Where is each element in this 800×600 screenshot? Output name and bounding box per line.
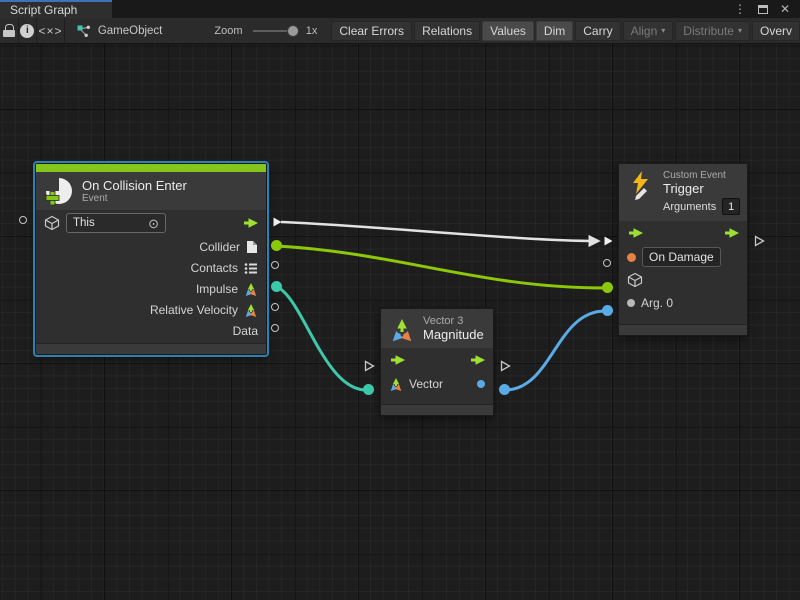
distribute-dropdown[interactable]: Distribute▾ <box>675 21 750 41</box>
gameobject-label: GameObject <box>98 25 163 37</box>
port-magnitude-output[interactable] <box>499 384 510 395</box>
port-label: Arg. 0 <box>641 296 673 310</box>
node-footer <box>36 343 266 354</box>
zoom-label: Zoom <box>214 25 242 37</box>
title-bar: Script Graph ⋮ ✕ <box>0 0 800 18</box>
graph-toolbar: i <×> GameObject Zoom 1x Clear Errors Re… <box>0 18 800 44</box>
info-button[interactable]: i <box>19 18 38 44</box>
node-title: Magnitude <box>423 327 484 342</box>
arguments-label: Arguments <box>663 201 716 213</box>
node-category: Vector 3 <box>423 315 484 327</box>
exec-arrow-icon <box>627 227 643 239</box>
zoom-slider[interactable] <box>253 24 299 38</box>
port-label: Data <box>233 324 258 338</box>
list-icon <box>244 262 258 274</box>
vector3-icon <box>389 377 403 391</box>
object-picker-icon[interactable]: ⊙ <box>148 217 159 230</box>
vector3-icon <box>244 282 258 296</box>
wire-impulse-to-vector[interactable] <box>277 287 366 390</box>
port-data-output[interactable] <box>271 324 279 332</box>
collider-document-icon <box>246 240 258 254</box>
wire-collider-to-target[interactable] <box>277 246 605 288</box>
custom-event-icon <box>627 170 655 200</box>
exec-arrow-icon <box>723 227 739 239</box>
port-this-input[interactable] <box>19 216 27 224</box>
port-label: Collider <box>199 240 240 254</box>
node-on-collision-enter[interactable]: On Collision Enter Event This ⊙ Collider <box>35 163 267 355</box>
port-label: Vector <box>409 377 443 391</box>
node-title: Trigger <box>663 181 740 196</box>
port-exec-output[interactable] <box>271 216 283 228</box>
argument-input-dot <box>627 299 635 307</box>
port-vector-input[interactable] <box>363 384 374 395</box>
info-icon: i <box>20 24 34 38</box>
node-title: On Collision Enter <box>82 178 187 193</box>
exec-arrow-icon <box>469 354 485 366</box>
port-arg0-input[interactable] <box>602 305 613 316</box>
port-target-input[interactable] <box>602 282 613 293</box>
port-exec-input[interactable] <box>363 360 375 372</box>
lock-button[interactable] <box>0 18 19 44</box>
node-footer <box>619 324 747 335</box>
dim-toggle[interactable]: Dim <box>536 21 573 41</box>
toolbar-buttons: Clear Errors Relations Values Dim Carry … <box>331 21 800 41</box>
script-graph-icon <box>77 24 91 38</box>
node-footer <box>381 404 493 415</box>
port-label: Relative Velocity <box>150 303 238 317</box>
node-category: Custom Event <box>663 170 740 181</box>
port-impulse-output[interactable] <box>271 281 282 292</box>
port-exec-output[interactable] <box>499 360 511 372</box>
vector3-icon <box>389 316 415 342</box>
script-graph-window: Script Graph ⋮ ✕ i <×> GameObject <box>0 0 800 600</box>
port-event-name-input[interactable] <box>603 259 611 267</box>
this-object-field[interactable]: This ⊙ <box>66 213 166 233</box>
kebab-menu-icon[interactable]: ⋮ <box>734 3 746 15</box>
string-input-dot <box>627 253 636 262</box>
tab-title: Script Graph <box>10 3 77 17</box>
zoom-value: 1x <box>306 25 318 37</box>
port-relative-velocity-output[interactable] <box>271 303 279 311</box>
align-dropdown[interactable]: Align▾ <box>623 21 674 41</box>
carry-toggle[interactable]: Carry <box>575 21 620 41</box>
port-label: Impulse <box>196 282 238 296</box>
window-controls: ⋮ ✕ <box>734 0 800 18</box>
gameobject-cube-icon <box>44 215 60 231</box>
node-subtitle: Event <box>82 193 187 204</box>
graph-canvas[interactable]: On Collision Enter Event This ⊙ Collider <box>0 44 800 600</box>
overview-button[interactable]: Overv <box>752 21 800 41</box>
collision-event-icon <box>44 176 74 206</box>
gameobject-cube-icon <box>627 272 643 288</box>
relations-button[interactable]: Relations <box>414 21 480 41</box>
port-exec-input[interactable] <box>602 235 614 247</box>
zoom-slider-handle[interactable] <box>287 25 299 37</box>
port-collider-output[interactable] <box>271 240 282 251</box>
event-name-field[interactable]: On Damage <box>642 247 721 267</box>
exec-arrow-icon <box>242 217 258 229</box>
code-icon: <×> <box>38 24 62 38</box>
chevron-down-icon: ▾ <box>738 26 742 35</box>
port-label: Contacts <box>191 261 238 275</box>
vector3-icon <box>244 303 258 317</box>
arguments-count-field[interactable]: 1 <box>722 198 740 215</box>
code-view-button[interactable]: <×> <box>37 18 65 44</box>
clear-errors-button[interactable]: Clear Errors <box>331 21 412 41</box>
maximize-icon[interactable] <box>758 5 768 14</box>
event-stripe <box>36 164 266 172</box>
wire-magnitude-to-arg0[interactable] <box>505 311 605 390</box>
port-exec-output[interactable] <box>753 235 765 247</box>
tab-script-graph[interactable]: Script Graph <box>0 0 112 18</box>
node-vector3-magnitude[interactable]: Vector 3 Magnitude Vector <box>380 308 494 416</box>
values-toggle[interactable]: Values <box>482 21 534 41</box>
gameobject-context[interactable]: GameObject <box>65 24 173 38</box>
node-custom-event-trigger[interactable]: Custom Event Trigger Arguments 1 <box>618 163 748 336</box>
chevron-down-icon: ▾ <box>661 26 665 35</box>
port-contacts-output[interactable] <box>271 261 279 269</box>
wire-exec-collision-to-trigger[interactable] <box>281 222 597 241</box>
exec-arrow-icon <box>389 354 405 366</box>
close-icon[interactable]: ✕ <box>780 3 790 15</box>
float-output-dot <box>477 380 485 388</box>
lock-icon <box>3 24 15 37</box>
